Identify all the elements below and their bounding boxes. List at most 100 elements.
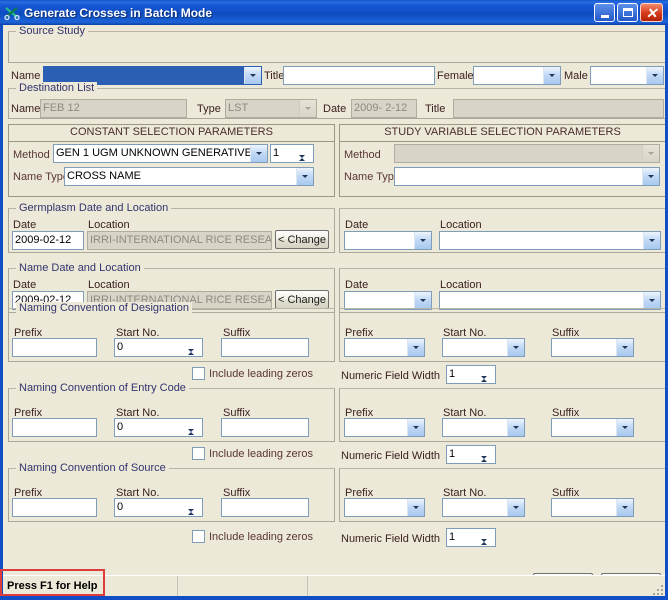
source-study-group: Source Study [8,25,665,63]
chevron-down-icon[interactable] [407,339,424,356]
source-var-prefix-value [345,499,407,516]
source-var-start-no-combo[interactable] [442,498,525,517]
chevron-down-icon[interactable] [250,145,267,162]
germplasm-var-location-combo[interactable] [439,231,661,250]
destination-date-input: 2009- 2-12 [351,99,417,118]
spinner-down-icon[interactable] [188,432,201,436]
entry-code-start-no-value: 0 [117,421,124,433]
spinner-down-icon[interactable] [481,379,494,383]
chevron-down-icon [299,100,316,117]
source-var-prefix-combo[interactable] [344,498,425,517]
spinner-down-icon[interactable] [188,512,201,516]
maximize-button[interactable] [617,3,638,22]
constant-method-count-spinner[interactable]: 1 [270,144,314,163]
name-var-location-value [440,292,643,309]
spinner-buttons[interactable] [188,500,201,515]
source-start-no-spinner[interactable]: 0 [114,498,203,517]
source-start-no-value: 0 [117,501,124,513]
checkbox-icon[interactable] [192,530,205,543]
entry-code-leading-zeros-label: Include leading zeros [209,447,313,460]
chevron-down-icon[interactable] [407,499,424,516]
entry-code-numeric-width-label: Numeric Field Width [341,450,441,462]
spinner-buttons[interactable] [188,340,201,355]
chevron-down-icon[interactable] [296,168,313,185]
constant-name-type-combo[interactable]: CROSS NAME [64,167,314,186]
checkbox-icon[interactable] [192,447,205,460]
source-study-female-value [474,67,543,84]
checkbox-icon[interactable] [192,367,205,380]
minimize-button[interactable] [594,3,615,22]
source-var-start-no-value [443,499,507,516]
source-suffix-input[interactable] [221,498,309,517]
source-study-male-combo[interactable] [590,66,664,85]
entry-code-var-suffix-value [552,419,616,436]
chevron-down-icon[interactable] [642,168,659,185]
chevron-down-icon[interactable] [643,292,660,309]
chevron-down-icon[interactable] [507,339,524,356]
entry-code-var-start-no-combo[interactable] [442,418,525,437]
source-prefix-input[interactable] [12,498,97,517]
chevron-down-icon[interactable] [643,232,660,249]
spinner-down-icon[interactable] [481,542,494,546]
source-numeric-width-spinner[interactable]: 1 [446,528,496,547]
study-name-type-combo[interactable] [394,167,660,186]
source-study-title-input[interactable] [283,66,435,85]
designation-var-start-no-combo[interactable] [442,338,525,357]
entry-code-prefix-input[interactable] [12,418,97,437]
chevron-down-icon[interactable] [414,232,431,249]
destination-name-input: FEB 12 [40,99,187,118]
naming-source-caption: Naming Convention of Source [16,462,169,474]
constant-method-combo[interactable]: GEN 1 UGM UNKNOWN GENERATIVE M [53,144,268,163]
designation-numeric-width-spinner[interactable]: 1 [446,365,496,384]
name-change-button[interactable]: < Change [275,290,329,309]
designation-prefix-input[interactable] [12,338,97,357]
entry-code-var-prefix-combo[interactable] [344,418,425,437]
chevron-down-icon[interactable] [616,339,633,356]
chevron-down-icon[interactable] [414,292,431,309]
close-button[interactable]: ✕ [640,3,663,22]
entry-code-suffix-input[interactable] [221,418,309,437]
germplasm-change-button[interactable]: < Change [275,230,329,249]
germplasm-var-date-combo[interactable] [344,231,432,250]
entry-code-numeric-width-spinner[interactable]: 1 [446,445,496,464]
designation-suffix-input[interactable] [221,338,309,357]
destination-title-label: Title [425,103,446,115]
spinner-buttons[interactable] [481,447,494,462]
study-variable-title: STUDY VARIABLE SELECTION PARAMETERS [340,125,665,142]
status-help-text: Press F1 for Help [3,576,178,596]
entry-code-leading-zeros-checkbox[interactable]: Include leading zeros [192,447,313,460]
source-numeric-width-value: 1 [449,531,456,543]
spinner-down-icon[interactable] [481,459,494,463]
chevron-down-icon[interactable] [646,67,663,84]
designation-var-suffix-combo[interactable] [551,338,634,357]
chevron-down-icon[interactable] [616,419,633,436]
chevron-down-icon[interactable] [507,499,524,516]
germplasm-date-input[interactable]: 2009-02-12 [12,231,84,250]
designation-var-start-no-value [443,339,507,356]
app-scissors-icon [4,5,20,21]
source-numeric-width-label: Numeric Field Width [341,533,441,545]
spinner-buttons[interactable] [299,146,312,161]
source-study-female-combo[interactable] [473,66,561,85]
chevron-down-icon[interactable] [244,67,261,84]
chevron-down-icon[interactable] [507,419,524,436]
study-method-value [395,145,642,162]
spinner-buttons[interactable] [481,530,494,545]
spinner-down-icon[interactable] [188,352,201,356]
chevron-down-icon[interactable] [407,419,424,436]
spinner-buttons[interactable] [188,420,201,435]
designation-var-prefix-combo[interactable] [344,338,425,357]
designation-start-no-spinner[interactable]: 0 [114,338,203,357]
chevron-down-icon[interactable] [543,67,560,84]
entry-code-var-suffix-combo[interactable] [551,418,634,437]
designation-leading-zeros-checkbox[interactable]: Include leading zeros [192,367,313,380]
entry-code-start-no-spinner[interactable]: 0 [114,418,203,437]
source-var-suffix-combo[interactable] [551,498,634,517]
spinner-buttons[interactable] [481,367,494,382]
chevron-down-icon[interactable] [616,499,633,516]
germplasm-var-location-value [440,232,643,249]
window-controls: ✕ [594,3,666,22]
resize-grip-icon[interactable] [651,583,663,595]
spinner-down-icon[interactable] [299,158,312,162]
source-leading-zeros-checkbox[interactable]: Include leading zeros [192,530,313,543]
